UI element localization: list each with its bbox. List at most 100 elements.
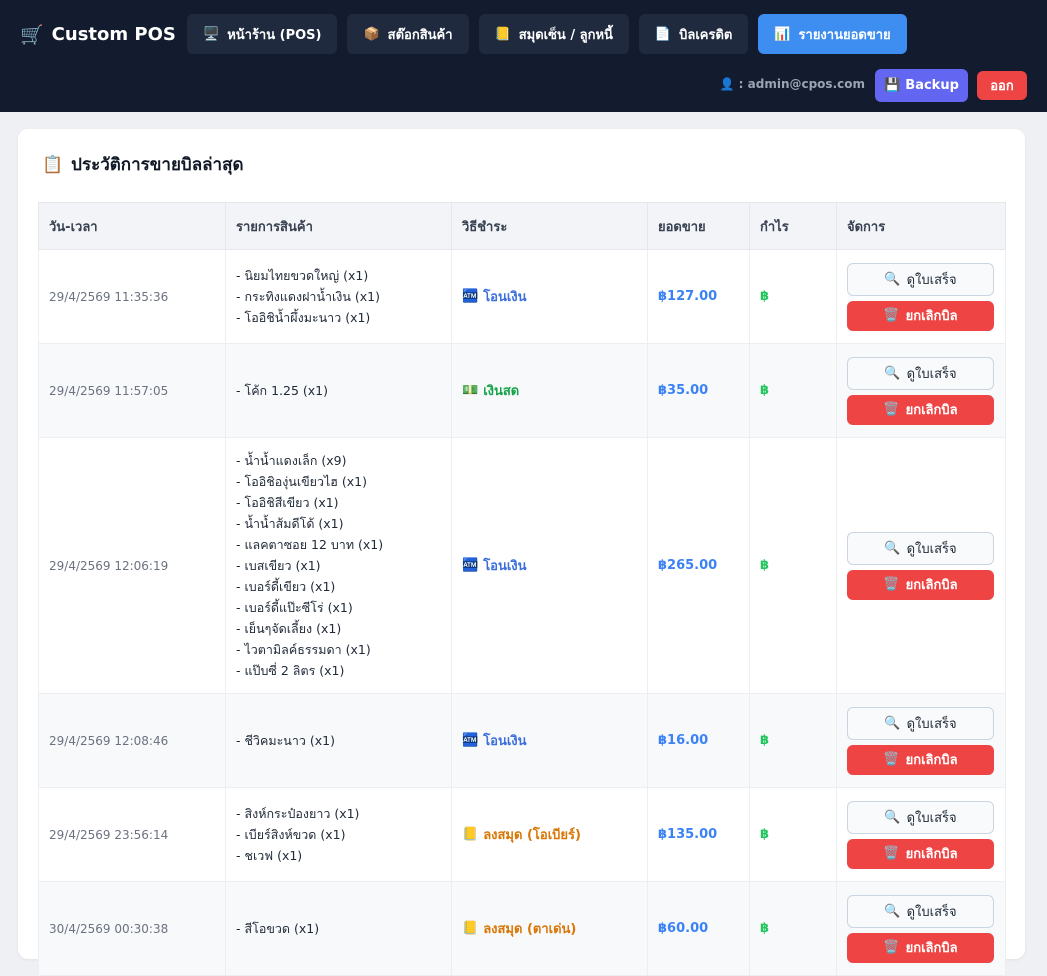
payment-cell: 🏧 โอนเงิน <box>451 693 648 788</box>
item-line: - แป๊บซี่ 2 ลิตร (x1) <box>236 663 345 678</box>
view-receipt-label: ดูใบเสร็จ <box>906 810 957 826</box>
sale-profit: ฿ <box>760 289 770 304</box>
view-receipt-button[interactable]: 🔍 ดูใบเสร็จ <box>847 262 994 296</box>
view-receipt-label: ดูใบเสร็จ <box>906 716 957 732</box>
payment-cell: 📒 ลงสมุด (ตาเด่น) <box>451 881 648 976</box>
view-receipt-label: ดูใบเสร็จ <box>906 272 957 288</box>
payment-method: 📒 ลงสมุด (โอเบียร์) <box>462 824 647 845</box>
nav-sales-report[interactable]: 📊 รายงานยอดขาย <box>758 14 907 54</box>
logout-button[interactable]: ออก <box>977 71 1027 100</box>
sale-items: - น้ำน้ำแดงเล็ก (x9) - โออิชิองุ่นเขียวไฮ… <box>225 437 452 694</box>
sale-total: ฿127.00 <box>647 249 750 344</box>
actions-cell: 🔍 ดูใบเสร็จ 🗑️ ยกเลิกบิล <box>836 343 1006 438</box>
cancel-bill-button[interactable]: 🗑️ ยกเลิกบิล <box>847 744 994 775</box>
backup-button[interactable]: 💾 Backup <box>875 69 968 102</box>
payment-method: 🏧 โอนเงิน <box>462 286 647 307</box>
cancel-bill-button[interactable]: 🗑️ ยกเลิกบิล <box>847 932 994 963</box>
nav-stock[interactable]: 📦 สต๊อกสินค้า <box>347 14 469 54</box>
table-row: 29/4/2569 12:06:19- น้ำน้ำแดงเล็ก (x9) - … <box>38 437 1006 694</box>
sale-datetime: 29/4/2569 23:56:14 <box>38 787 226 882</box>
actions-cell: 🔍 ดูใบเสร็จ 🗑️ ยกเลิกบิล <box>836 693 1006 788</box>
trash-icon: 🗑️ <box>883 308 900 323</box>
trash-icon: 🗑️ <box>883 752 900 767</box>
cancel-bill-button[interactable]: 🗑️ ยกเลิกบิล <box>847 838 994 869</box>
brand[interactable]: 🛒 Custom POS <box>20 20 176 48</box>
nav-ledger[interactable]: 📒 สมุดเซ็น / ลูกหนี้ <box>478 14 629 54</box>
sale-total: ฿16.00 <box>647 693 750 788</box>
column-header: วิธีชำระ <box>451 202 648 250</box>
cancel-bill-button[interactable]: 🗑️ ยกเลิกบิล <box>847 394 994 425</box>
view-receipt-button[interactable]: 🔍 ดูใบเสร็จ <box>847 531 994 565</box>
document-icon: 📄 <box>654 26 672 42</box>
sale-profit: ฿ <box>760 733 770 748</box>
payment-cell: 🏧 โอนเงิน <box>451 437 648 694</box>
search-icon: 🔍 <box>884 365 901 381</box>
page-title-text: ประวัติการขายบิลล่าสุด <box>71 155 244 175</box>
brand-name: Custom POS <box>51 23 176 45</box>
payment-icon: 🏧 <box>462 558 479 573</box>
search-icon: 🔍 <box>884 715 901 731</box>
payment-method: 🏧 โอนเงิน <box>462 555 647 576</box>
sale-items: - โค้ก 1.25 (x1) <box>225 343 452 438</box>
sale-profit: ฿ <box>760 827 770 842</box>
payment-label: ลงสมุด (โอเบียร์) <box>483 828 581 843</box>
table-row: 29/4/2569 23:56:14 - สิงห์กระป๋องยาว (x1)… <box>38 787 1006 882</box>
trash-icon: 🗑️ <box>883 846 900 861</box>
sale-items: - นิยมไทยขวดใหญ่ (x1) - กระทิงแดงฝาน้ำเงิ… <box>225 249 452 344</box>
item-line: - เบอร์ดี้แป๊ะซีโร่ (x1) <box>236 600 353 615</box>
item-line: - เบียร์สิงห์ขวด (x1) <box>236 827 346 842</box>
view-receipt-label: ดูใบเสร็จ <box>906 541 957 557</box>
cancel-bill-label: ยกเลิกบิล <box>905 403 958 418</box>
payment-method: 📒 ลงสมุด (ตาเด่น) <box>462 918 647 939</box>
search-icon: 🔍 <box>884 809 901 825</box>
payment-icon: 🏧 <box>462 733 479 748</box>
cancel-bill-button[interactable]: 🗑️ ยกเลิกบิล <box>847 300 994 331</box>
item-line: - ชเวฟ (x1) <box>236 848 303 863</box>
item-line: - กระทิงแดงฝาน้ำเงิน (x1) <box>236 289 381 304</box>
sale-datetime: 29/4/2569 11:35:36 <box>38 249 226 344</box>
user-icon: 👤 <box>719 77 735 91</box>
nav-label: หน้าร้าน (POS) <box>227 27 322 43</box>
cart-icon: 🛒 <box>20 23 44 46</box>
sale-datetime: 29/4/2569 12:08:46 <box>38 693 226 788</box>
nav-pos[interactable]: 🖥️ หน้าร้าน (POS) <box>187 14 338 54</box>
search-icon: 🔍 <box>884 903 901 919</box>
cancel-bill-label: ยกเลิกบิล <box>905 309 958 324</box>
item-line: - ชีวิคมะนาว (x1) <box>236 733 335 748</box>
sale-datetime: 29/4/2569 11:57:05 <box>38 343 226 438</box>
search-icon: 🔍 <box>884 271 901 287</box>
cancel-bill-button[interactable]: 🗑️ ยกเลิกบิล <box>847 569 994 600</box>
column-header: กำไร <box>749 202 837 250</box>
profit-cell: ฿ <box>749 787 837 882</box>
item-line: - เบสเขียว (x1) <box>236 558 321 573</box>
item-line: - โค้ก 1.25 (x1) <box>236 383 329 398</box>
item-line: - สีโอขวด (x1) <box>236 921 320 936</box>
sales-table: วัน-เวลา รายการสินค้า วิธีชำระ ยอดขาย กำไร จั… <box>38 202 1006 976</box>
item-line: - เย็นๆจัดเลี้ยง (x1) <box>236 621 342 636</box>
view-receipt-button[interactable]: 🔍 ดูใบเสร็จ <box>847 800 994 834</box>
nav-label: สต๊อกสินค้า <box>387 27 453 43</box>
item-line: - โออิชิองุ่นเขียวไฮ (x1) <box>236 474 368 489</box>
nav-label: รายงานยอดขาย <box>798 27 891 43</box>
sale-total: ฿135.00 <box>647 787 750 882</box>
view-receipt-button[interactable]: 🔍 ดูใบเสร็จ <box>847 356 994 390</box>
view-receipt-button[interactable]: 🔍 ดูใบเสร็จ <box>847 706 994 740</box>
actions-cell: 🔍 ดูใบเสร็จ 🗑️ ยกเลิกบิล <box>836 787 1006 882</box>
sales-history-card: 📋 ประวัติการขายบิลล่าสุด วัน-เวลา รายการส… <box>18 129 1025 976</box>
user-info: 👤 : admin@cpos.com <box>720 77 865 91</box>
item-line: - น้ำน้ำแดงเล็ก (x9) <box>236 453 347 468</box>
column-header: จัดการ <box>836 202 1006 250</box>
item-line: - ไวตามิลค์ธรรมดา (x1) <box>236 642 371 657</box>
notebook-icon: 📒 <box>494 26 511 42</box>
sale-profit: ฿ <box>760 558 770 573</box>
actions-cell: 🔍 ดูใบเสร็จ 🗑️ ยกเลิกบิล <box>836 249 1006 344</box>
nav-credit-bills[interactable]: 📄 บิลเครดิต <box>638 14 749 54</box>
view-receipt-button[interactable]: 🔍 ดูใบเสร็จ <box>847 894 994 928</box>
payment-label: โอนเงิน <box>483 559 527 574</box>
search-icon: 🔍 <box>884 540 901 556</box>
main-nav: 🖥️ หน้าร้าน (POS) 📦 สต๊อกสินค้า 📒 สมุดเซ็น / … <box>187 14 907 54</box>
item-line: - เบอร์ดี้เขียว (x1) <box>236 579 336 594</box>
payment-cell: 📒 ลงสมุด (โอเบียร์) <box>451 787 648 882</box>
column-header: ยอดขาย <box>647 202 750 250</box>
item-line: - สิงห์กระป๋องยาว (x1) <box>236 806 360 821</box>
